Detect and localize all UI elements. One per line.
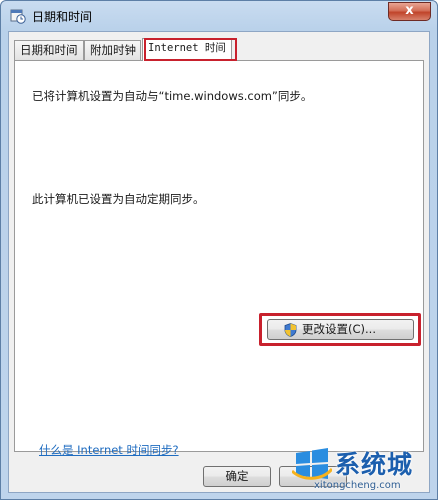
uac-shield-icon xyxy=(284,323,297,337)
windows-logo-icon xyxy=(290,445,334,483)
calendar-clock-icon xyxy=(10,8,26,24)
window-title: 日期和时间 xyxy=(32,10,93,24)
site-watermark: 系统城 xitongcheng.com xyxy=(290,443,438,500)
title-bar[interactable]: 日期和时间 x xyxy=(1,1,437,31)
change-settings-button[interactable]: 更改设置(C)... xyxy=(267,319,414,340)
tab-internet-time[interactable]: Internet 时间 xyxy=(142,38,232,61)
tab-date-time[interactable]: 日期和时间 xyxy=(14,40,84,60)
dialog-body: 日期和时间 附加时钟 Internet 时间 已将计算机设置为自动与“time.… xyxy=(8,31,430,493)
watermark-brand: 系统城 xyxy=(335,450,414,479)
help-link[interactable]: 什么是 Internet 时间同步? xyxy=(39,442,179,458)
auto-sync-text: 此计算机已设置为自动定期同步。 xyxy=(32,192,205,206)
internet-time-panel: 已将计算机设置为自动与“time.windows.com”同步。 此计算机已设置… xyxy=(14,60,424,457)
ok-button[interactable]: 确定 xyxy=(203,466,271,487)
close-icon: x xyxy=(405,3,414,18)
sync-status-text: 已将计算机设置为自动与“time.windows.com”同步。 xyxy=(32,89,313,103)
watermark-url: xitongcheng.com xyxy=(314,480,401,491)
close-button[interactable]: x xyxy=(388,2,431,21)
date-time-dialog: 日期和时间 x 日期和时间 附加时钟 Internet 时间 已将计算机设置为自… xyxy=(0,0,438,500)
change-settings-label: 更改设置(C)... xyxy=(302,322,376,336)
tab-additional-clocks[interactable]: 附加时钟 xyxy=(84,40,141,60)
